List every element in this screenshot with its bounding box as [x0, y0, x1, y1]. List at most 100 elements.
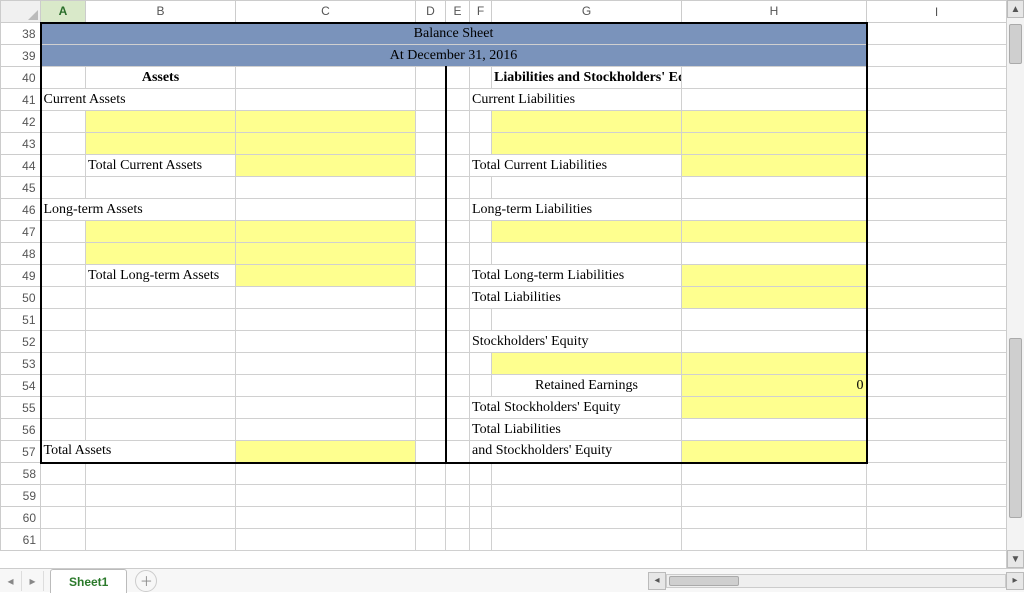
row-header-44[interactable]: 44	[1, 155, 41, 177]
row-header-52[interactable]: 52	[1, 331, 41, 353]
cell-56-B[interactable]	[86, 419, 236, 441]
cell-50-C[interactable]	[236, 287, 416, 309]
cell-45-H[interactable]	[682, 177, 867, 199]
cell-44-D[interactable]	[416, 155, 446, 177]
hscroll-left-arrow[interactable]: ◂	[648, 572, 666, 590]
cell-61-G[interactable]	[492, 529, 682, 551]
cell-58-A[interactable]	[41, 463, 86, 485]
cell-58-F[interactable]	[470, 463, 492, 485]
cell-40-B[interactable]: Assets	[86, 67, 236, 89]
cell-42-I[interactable]	[867, 111, 1007, 133]
col-header-F[interactable]: F	[470, 1, 492, 23]
cell-41-H[interactable]	[682, 89, 867, 111]
cell-59-I[interactable]	[867, 485, 1007, 507]
cell-59-C[interactable]	[236, 485, 416, 507]
cell-53-A[interactable]	[41, 353, 86, 375]
cell-48-D[interactable]	[416, 243, 446, 265]
cell-50-B[interactable]	[86, 287, 236, 309]
cell-52-D[interactable]	[416, 331, 446, 353]
cell-52-A[interactable]	[41, 331, 86, 353]
cell-48-C[interactable]	[236, 243, 416, 265]
cell-44-I[interactable]	[867, 155, 1007, 177]
cell-51-H[interactable]	[682, 309, 867, 331]
row-header-46[interactable]: 46	[1, 199, 41, 221]
row-header-38[interactable]: 38	[1, 23, 41, 45]
cell-40-G[interactable]: Liabilities and Stockholders' Equity	[492, 67, 682, 89]
cell-46-I[interactable]	[867, 199, 1007, 221]
cell-47-I[interactable]	[867, 221, 1007, 243]
row-header-41[interactable]: 41	[1, 89, 41, 111]
cell-42-H[interactable]	[682, 111, 867, 133]
cell-54-F[interactable]	[470, 375, 492, 397]
row-header-57[interactable]: 57	[1, 441, 41, 463]
cell-49-I[interactable]	[867, 265, 1007, 287]
cell-54-A[interactable]	[41, 375, 86, 397]
cell-51-E[interactable]	[446, 309, 470, 331]
cell-58-G[interactable]	[492, 463, 682, 485]
cell-50-D[interactable]	[416, 287, 446, 309]
cell-57-I[interactable]	[867, 441, 1007, 463]
cell-40-I[interactable]	[867, 67, 1007, 89]
scroll-thumb[interactable]	[1009, 338, 1022, 518]
hscroll-thumb[interactable]	[669, 576, 739, 586]
cell-43-H[interactable]	[682, 133, 867, 155]
cell-43-I[interactable]	[867, 133, 1007, 155]
cell-51-B[interactable]	[86, 309, 236, 331]
cell-52-H[interactable]	[682, 331, 867, 353]
cell-56-A[interactable]	[41, 419, 86, 441]
cell-52-I[interactable]	[867, 331, 1007, 353]
cell-47-E[interactable]	[446, 221, 470, 243]
row-header-39[interactable]: 39	[1, 45, 41, 67]
cell-53-C[interactable]	[236, 353, 416, 375]
cell-44-F[interactable]: Total Current Liabilities	[470, 155, 682, 177]
cell-45-C[interactable]	[236, 177, 416, 199]
scroll-track[interactable]	[1007, 18, 1024, 550]
cell-56-C[interactable]	[236, 419, 416, 441]
cell-40-E[interactable]	[446, 67, 470, 89]
cell-53-H[interactable]	[682, 353, 867, 375]
cell-51-G[interactable]	[492, 309, 682, 331]
cell-59-F[interactable]	[470, 485, 492, 507]
hscroll-right-arrow[interactable]: ▸	[1006, 572, 1024, 590]
cell-53-F[interactable]	[470, 353, 492, 375]
cell-47-B[interactable]	[86, 221, 236, 243]
cell-40-D[interactable]	[416, 67, 446, 89]
cell-49-B[interactable]: Total Long-term Assets	[86, 265, 236, 287]
cell-61-D[interactable]	[416, 529, 446, 551]
cell-45-I[interactable]	[867, 177, 1007, 199]
cell-53-D[interactable]	[416, 353, 446, 375]
cell-44-A[interactable]	[41, 155, 86, 177]
scroll-down-arrow[interactable]: ▼	[1007, 550, 1024, 568]
cell-52-C[interactable]	[236, 331, 416, 353]
cell-53-B[interactable]	[86, 353, 236, 375]
cell-45-F[interactable]	[470, 177, 492, 199]
cell-51-I[interactable]	[867, 309, 1007, 331]
cell-58-C[interactable]	[236, 463, 416, 485]
cell-50-F[interactable]: Total Liabilities	[470, 287, 682, 309]
cell-60-D[interactable]	[416, 507, 446, 529]
col-header-D[interactable]: D	[416, 1, 446, 23]
cell-45-A[interactable]	[41, 177, 86, 199]
cell-55-C[interactable]	[236, 397, 416, 419]
cell-51-C[interactable]	[236, 309, 416, 331]
cell-51-F[interactable]	[470, 309, 492, 331]
cell-48-G[interactable]	[492, 243, 682, 265]
cell-61-H[interactable]	[682, 529, 867, 551]
cell-55-H[interactable]	[682, 397, 867, 419]
cell-39-I[interactable]	[867, 45, 1007, 67]
cell-45-E[interactable]	[446, 177, 470, 199]
cell-43-B[interactable]	[86, 133, 236, 155]
cell-59-D[interactable]	[416, 485, 446, 507]
cell-42-A[interactable]	[41, 111, 86, 133]
cell-46-A[interactable]: Long-term Assets	[41, 199, 236, 221]
cell-46-F[interactable]: Long-term Liabilities	[470, 199, 682, 221]
cell-52-F[interactable]: Stockholders' Equity	[470, 331, 682, 353]
row-header-53[interactable]: 53	[1, 353, 41, 375]
cell-38-title[interactable]: Balance Sheet	[41, 23, 867, 45]
cell-46-H[interactable]	[682, 199, 867, 221]
cell-55-F[interactable]: Total Stockholders' Equity	[470, 397, 682, 419]
cell-49-H[interactable]	[682, 265, 867, 287]
tab-nav-prev[interactable]: ▸	[22, 571, 44, 591]
cell-46-C[interactable]	[236, 199, 416, 221]
cell-49-A[interactable]	[41, 265, 86, 287]
